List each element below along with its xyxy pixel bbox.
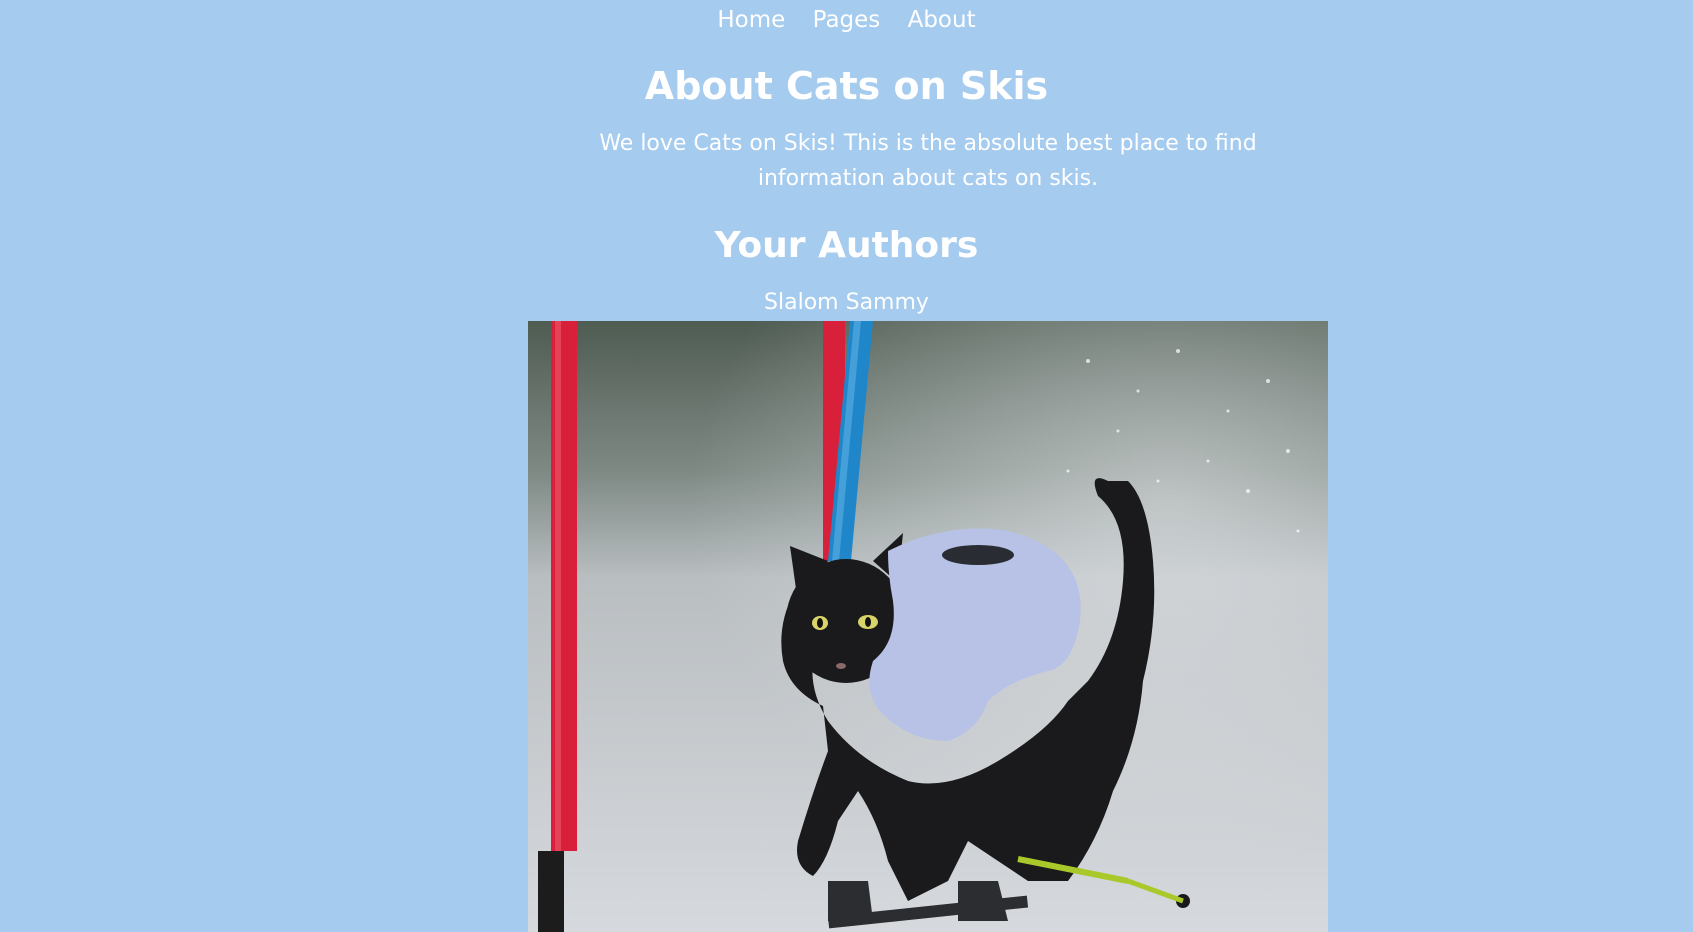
nav-link-pages[interactable]: Pages [813, 7, 881, 33]
nav-link-about[interactable]: About [908, 7, 976, 33]
top-nav: Home Pages About [0, 4, 1693, 36]
page-title: About Cats on Skis [644, 64, 1049, 108]
author-name: Slalom Sammy [764, 290, 929, 315]
author-photo [528, 321, 1328, 932]
page: Home Pages About About Cats on Skis We l… [0, 0, 1693, 932]
cat-skiing-photo [528, 321, 1328, 932]
nav-link-home[interactable]: Home [717, 7, 785, 33]
authors-heading: Your Authors [714, 225, 979, 266]
intro-paragraph: We love Cats on Skis! This is the absolu… [599, 131, 1257, 191]
